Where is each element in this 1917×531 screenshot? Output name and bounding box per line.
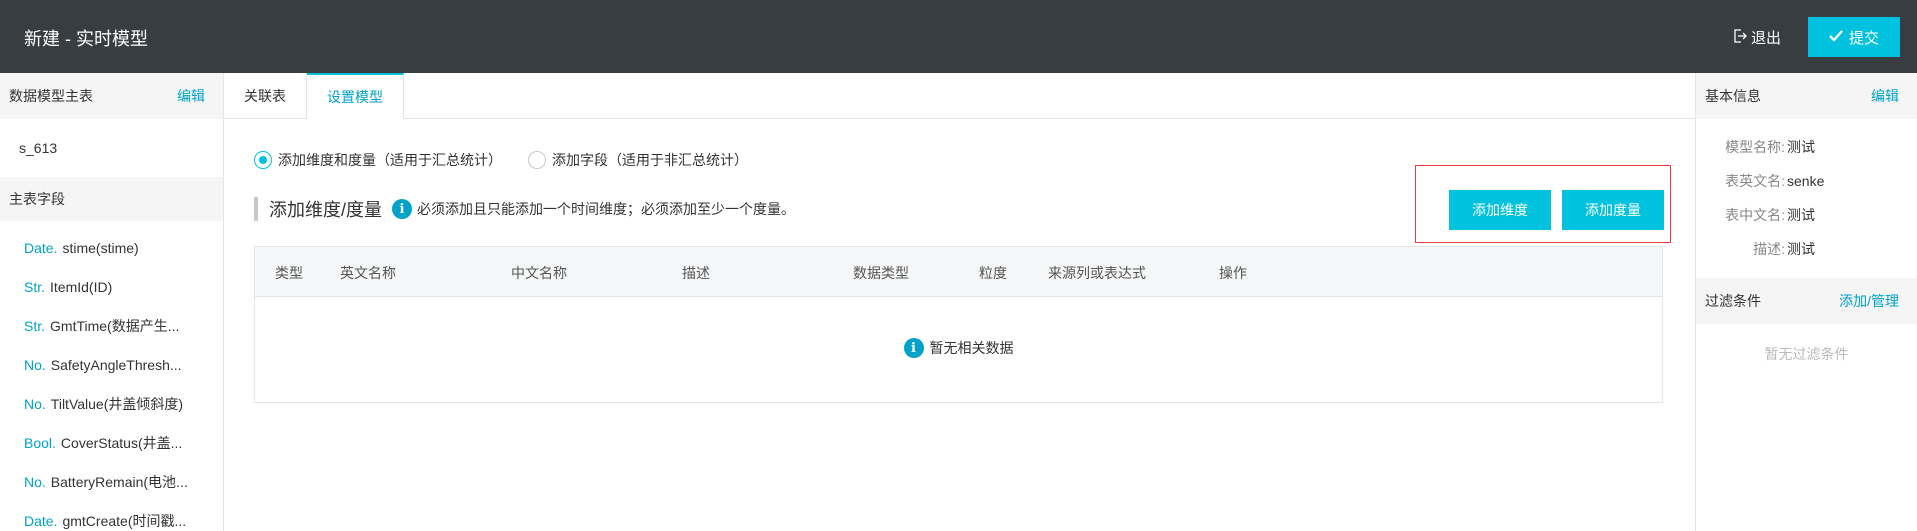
section-title: 添加维度/度量	[269, 200, 383, 220]
info-key: 模型名称:	[1725, 139, 1785, 155]
radio-field[interactable]: 添加字段（适用于非汇总统计）	[528, 150, 748, 170]
add-dimension-button[interactable]: 添加维度	[1449, 190, 1551, 230]
main-table-label: 数据模型主表	[9, 88, 93, 104]
filter-header: 过滤条件 添加/管理	[1696, 278, 1917, 324]
field-item[interactable]: Date. gmtCreate(时间戳...	[0, 501, 223, 531]
section-header: 添加维度/度量 i 必须添加且只能添加一个时间维度；必须添加至少一个度量。	[254, 197, 795, 221]
check-icon	[1829, 29, 1843, 46]
column-header: 数据类型	[853, 265, 909, 281]
column-header: 中文名称	[511, 265, 567, 281]
submit-label: 提交	[1848, 29, 1879, 47]
column-header: 来源列或表达式	[1048, 265, 1146, 281]
field-type: No.	[24, 395, 46, 412]
field-item[interactable]: Str. GmtTime(数据产生...	[0, 306, 223, 345]
field-name: BatteryRemain(电池...	[50, 473, 188, 490]
manage-filter-link[interactable]: 添加/管理	[1839, 291, 1899, 311]
top-bar: 新建 - 实时模型 退出 提交	[0, 0, 1917, 73]
field-item[interactable]: No. BatteryRemain(电池...	[0, 462, 223, 501]
main-content: 关联表 设置模型 添加维度和度量（适用于汇总统计） 添加字段（适用于非汇总统计） 添…	[224, 73, 1695, 531]
logout-button[interactable]: 退出	[1733, 27, 1781, 48]
main-table-name: s_613	[19, 140, 58, 156]
field-name: ItemId(ID)	[50, 278, 113, 295]
add-measure-button[interactable]: 添加度量	[1562, 190, 1664, 230]
left-sidebar: 数据模型主表 编辑 s_613 主表字段 Date. stime(stime) St…	[0, 73, 224, 531]
page-title: 新建 - 实时模型	[24, 29, 148, 49]
tab-related-tables[interactable]: 关联表	[224, 73, 307, 118]
info-value: senke	[1787, 173, 1825, 189]
info-icon: i	[392, 199, 413, 219]
info-icon: i	[903, 338, 924, 358]
field-name: TiltValue(井盖倾斜度)	[50, 395, 184, 412]
edit-basic-info-link[interactable]: 编辑	[1871, 86, 1899, 106]
column-header: 描述	[682, 265, 710, 281]
field-item[interactable]: Bool. CoverStatus(井盖...	[0, 423, 223, 462]
basic-info-label: 基本信息	[1705, 88, 1761, 104]
info-value: 测试	[1787, 139, 1815, 155]
field-item[interactable]: No. TiltValue(井盖倾斜度)	[0, 384, 223, 423]
column-header: 操作	[1219, 265, 1247, 281]
logout-icon	[1733, 28, 1747, 47]
section-note: 必须添加且只能添加一个时间维度；必须添加至少一个度量。	[417, 201, 796, 217]
field-type: No.	[24, 356, 46, 373]
tab-bar: 关联表 设置模型	[224, 73, 1695, 119]
radio-label: 添加维度和度量（适用于汇总统计）	[278, 152, 502, 168]
logout-label: 退出	[1751, 30, 1782, 47]
field-item[interactable]: Date. stime(stime)	[0, 228, 223, 267]
field-item[interactable]: Str. ItemId(ID)	[0, 267, 223, 306]
column-header: 粒度	[979, 265, 1007, 281]
main-fields-label: 主表字段	[0, 177, 223, 221]
info-row: 表英文名: senke	[1696, 164, 1917, 198]
field-name: stime(stime)	[62, 239, 139, 256]
empty-text: 暂无相关数据	[929, 340, 1014, 356]
field-type: No.	[24, 473, 46, 490]
basic-info-list: 模型名称: 测试 表英文名: senke 表中文名: 测试 描述: 测试	[1696, 119, 1917, 266]
info-row: 描述: 测试	[1696, 232, 1917, 266]
field-item[interactable]: No. SafetyAngleThresh...	[0, 345, 223, 384]
field-name: gmtCreate(时间戳...	[62, 512, 187, 529]
column-header: 类型	[275, 265, 303, 281]
info-key: 表中文名:	[1725, 207, 1785, 223]
info-row: 表中文名: 测试	[1696, 198, 1917, 232]
field-name: GmtTime(数据产生...	[50, 317, 180, 334]
info-value: 测试	[1787, 207, 1815, 223]
mode-radio-group: 添加维度和度量（适用于汇总统计） 添加字段（适用于非汇总统计）	[254, 150, 748, 170]
radio-label: 添加字段（适用于非汇总统计）	[552, 152, 748, 168]
info-value: 测试	[1787, 241, 1815, 257]
radio-circle	[254, 151, 272, 169]
edit-main-table-link[interactable]: 编辑	[177, 86, 205, 106]
field-type: Str.	[24, 278, 46, 295]
filter-label: 过滤条件	[1705, 293, 1761, 309]
main-table-header: 数据模型主表 编辑	[0, 73, 223, 119]
column-header: 英文名称	[340, 265, 396, 281]
field-list: Date. stime(stime) Str. ItemId(ID) Str. GmtTi…	[0, 221, 223, 531]
info-row: 模型名称: 测试	[1696, 130, 1917, 164]
field-type: Bool.	[24, 434, 56, 451]
radio-dimension-measure[interactable]: 添加维度和度量（适用于汇总统计）	[254, 150, 502, 170]
tab-model-settings[interactable]: 设置模型	[307, 73, 404, 119]
empty-state: i 暂无相关数据	[255, 338, 1662, 358]
field-type: Date.	[24, 239, 58, 256]
right-panel: 基本信息 编辑 模型名称: 测试 表英文名: senke 表中文名: 测试 描述: 测试 过滤…	[1695, 73, 1917, 531]
info-key: 描述:	[1753, 241, 1785, 257]
info-key: 表英文名:	[1725, 173, 1785, 189]
field-type: Date.	[24, 512, 58, 529]
submit-button[interactable]: 提交	[1808, 17, 1900, 57]
field-name: SafetyAngleThresh...	[50, 356, 182, 373]
table-header: 类型 英文名称 中文名称 描述 数据类型 粒度 来源列或表达式 操作	[255, 247, 1662, 297]
field-name: CoverStatus(井盖...	[60, 434, 183, 451]
dimension-measure-table: 类型 英文名称 中文名称 描述 数据类型 粒度 来源列或表达式 操作 i 暂无相关数据	[254, 246, 1663, 403]
no-filter-text: 暂无过滤条件	[1764, 346, 1849, 362]
radio-circle	[528, 151, 546, 169]
field-type: Str.	[24, 317, 46, 334]
basic-info-header: 基本信息 编辑	[1696, 73, 1917, 119]
